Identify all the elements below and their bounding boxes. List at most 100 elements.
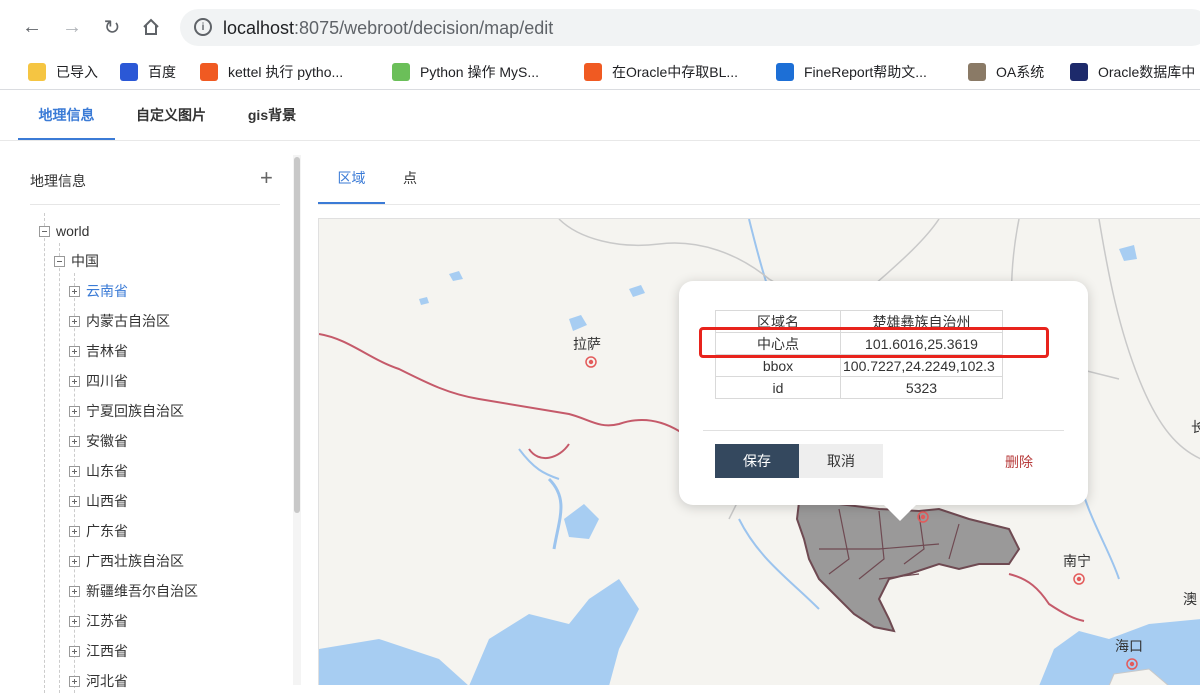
collapse-icon[interactable] (54, 255, 65, 267)
bookmark-item[interactable]: 百度 (120, 60, 176, 84)
tree-node-label: 吉林省 (86, 343, 128, 359)
add-plus-icon[interactable]: + (260, 165, 273, 191)
baidu-paw-icon (120, 63, 138, 81)
browser-toolbar: ← → ↻ i localhost:8075/webroot/decision/… (0, 0, 1200, 55)
tab-point[interactable]: 点 (390, 155, 430, 204)
tab-custom-image[interactable]: 自定义图片 (125, 91, 217, 140)
id-value[interactable]: 5323 (840, 376, 1003, 399)
cancel-button[interactable]: 取消 (799, 444, 883, 478)
bookmark-label: Python 操作 MyS... (420, 64, 540, 80)
expand-icon[interactable] (69, 585, 80, 597)
delete-button[interactable]: 删除 (1005, 452, 1033, 472)
url-text: localhost:8075/webroot/decision/map/edit (223, 18, 554, 38)
code-icon (392, 63, 410, 81)
sidebar: 地理信息 + world 中国云南省内蒙古自治区 吉林省四川省宁夏回族自治区安徽省山… (15, 155, 290, 693)
tree-node-label: 四川省 (86, 373, 128, 389)
tree-node-label: world (56, 223, 90, 239)
tree-node-label: 广西壮族自治区 (86, 553, 184, 569)
tree-node-province[interactable]: 广西壮族自治区 (69, 546, 184, 576)
tree-node-label: 山东省 (86, 463, 128, 479)
tree-node-province[interactable]: 河北省 (69, 666, 128, 696)
id-key: id (715, 376, 841, 399)
tab-gis-background[interactable]: gis背景 (232, 91, 312, 140)
expand-icon[interactable] (69, 465, 80, 477)
popup-pointer (883, 504, 917, 521)
bookmark-label: 在Oracle中存取BL... (612, 64, 739, 80)
sub-tabs: 区域 点 (318, 155, 1200, 205)
bookmark-item[interactable]: 已导入 (28, 60, 98, 84)
tree-guide-line (44, 213, 45, 693)
tree-node-province[interactable]: 宁夏回族自治区 (69, 396, 184, 426)
tree-node-china[interactable]: 中国 (54, 246, 99, 276)
expand-icon[interactable] (69, 555, 80, 567)
tree-node-world[interactable]: world (39, 216, 89, 246)
expand-icon[interactable] (69, 525, 80, 537)
tree-node-label: 江苏省 (86, 613, 128, 629)
bookmark-item[interactable]: 在Oracle中存取BL... (584, 60, 738, 84)
expand-icon[interactable] (69, 405, 80, 417)
tree-node-label: 广东省 (86, 523, 128, 539)
bookmark-item[interactable]: Python 操作 MyS... (392, 60, 539, 84)
tree-node-label: 云南省 (86, 283, 128, 299)
tree-node-province[interactable]: 江西省 (69, 636, 128, 666)
table-row: id 5323 (715, 376, 1003, 399)
sidebar-scrollbar-thumb[interactable] (294, 157, 300, 513)
bookmark-item[interactable]: FineReport帮助文... (776, 60, 927, 84)
tree-node-province[interactable]: 山东省 (69, 456, 128, 486)
expand-icon[interactable] (69, 345, 80, 357)
tab-region[interactable]: 区域 (318, 155, 385, 204)
expand-icon[interactable] (69, 375, 80, 387)
bookmark-item[interactable]: OA系统 (968, 60, 1044, 84)
forward-arrow-icon[interactable]: → (59, 14, 85, 40)
oa-image-icon (968, 63, 986, 81)
expand-icon[interactable] (69, 315, 80, 327)
tree-node-province[interactable]: 内蒙古自治区 (69, 306, 170, 336)
tab-geo-info[interactable]: 地理信息 (18, 91, 115, 140)
sidebar-divider (30, 204, 280, 205)
tree-node-province[interactable]: 山西省 (69, 486, 128, 516)
tree-node-label: 内蒙古自治区 (86, 313, 170, 329)
expand-icon[interactable] (69, 495, 80, 507)
tree-node-label: 宁夏回族自治区 (86, 403, 184, 419)
tree-node-label: 河北省 (86, 673, 128, 689)
map-label-haikou: 海口 (1115, 638, 1143, 654)
site-info-icon[interactable]: i (194, 18, 212, 36)
bookmark-label: FineReport帮助文... (804, 64, 927, 80)
tree-node-province[interactable]: 吉林省 (69, 336, 128, 366)
map-label-nanning: 南宁 (1063, 553, 1091, 569)
tree-guide-line (59, 243, 60, 693)
save-button[interactable]: 保存 (715, 444, 799, 478)
csdn-c-icon (200, 63, 218, 81)
expand-icon[interactable] (69, 645, 80, 657)
tree-node-province[interactable]: 广东省 (69, 516, 128, 546)
expand-icon[interactable] (69, 435, 80, 447)
tree-node-province[interactable]: 安徽省 (69, 426, 128, 456)
bookmark-item[interactable]: Oracle数据库中 (1070, 60, 1195, 84)
bookmark-label: Oracle数据库中 (1098, 64, 1196, 80)
map-label-edge-2: 澳 (1183, 591, 1197, 607)
tree-node-label: 山西省 (86, 493, 128, 509)
bookmark-item[interactable]: kettel 执行 pytho... (200, 60, 343, 84)
expand-icon[interactable] (69, 285, 80, 297)
finereport-icon (776, 63, 794, 81)
home-icon[interactable] (138, 14, 164, 40)
map-label-lhasa: 拉萨 (573, 336, 601, 352)
tree-node-province[interactable]: 四川省 (69, 366, 128, 396)
back-arrow-icon[interactable]: ← (19, 14, 45, 40)
tree-node-province[interactable]: 江苏省 (69, 606, 128, 636)
tree-node-province[interactable]: 云南省 (69, 276, 128, 306)
annotation-highlight-box (699, 327, 1049, 358)
collapse-icon[interactable] (39, 225, 50, 237)
address-bar[interactable]: i localhost:8075/webroot/decision/map/ed… (180, 9, 1200, 46)
sidebar-title: 地理信息 (30, 173, 86, 189)
app-tabs: 地理信息 自定义图片 gis背景 (0, 91, 1200, 141)
reload-icon[interactable]: ↻ (99, 14, 125, 40)
tree-node-province[interactable]: 新疆维吾尔自治区 (69, 576, 198, 606)
bookmark-label: OA系统 (996, 64, 1045, 80)
bookmark-label: kettel 执行 pytho... (228, 64, 344, 80)
csdn-c-icon (584, 63, 602, 81)
oracle-db-icon (1070, 63, 1088, 81)
tree-node-label: 江西省 (86, 643, 128, 659)
expand-icon[interactable] (69, 615, 80, 627)
popup-divider (703, 430, 1064, 431)
